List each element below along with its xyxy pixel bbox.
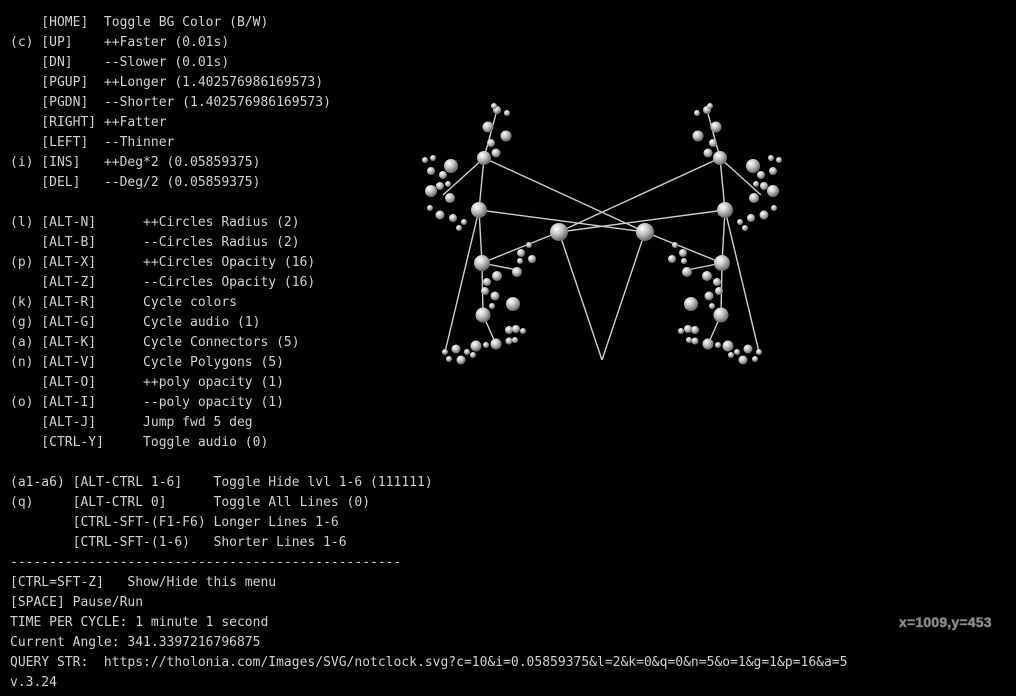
menu-line: [HOME] Toggle BG Color (B/W) — [10, 15, 269, 30]
menu-line: [ALT-B] --Circles Radius (2) — [10, 235, 300, 250]
menu-line: [SPACE] Pause/Run — [10, 595, 144, 610]
menu-line: [PGUP] ++Longer (1.402576986169573) — [10, 75, 324, 90]
menu-line: (i) [INS] ++Deg*2 (0.05859375) — [10, 155, 261, 170]
menu-line: [RIGHT] ++Fatter — [10, 115, 167, 130]
menu-line: (p) [ALT-X] ++Circles Opacity (16) — [10, 255, 316, 270]
menu-line: ----------------------------------------… — [10, 555, 402, 570]
menu-line — [10, 193, 847, 213]
menu-line: [ALT-Z] --Circles Opacity (16) — [10, 275, 316, 290]
menu-line: (n) [ALT-V] Cycle Polygons (5) — [10, 355, 284, 370]
menu-line: [CTRL-SFT-(F1-F6) Longer Lines 1-6 — [10, 515, 339, 530]
menu-line: [DEL] --Deg/2 (0.05859375) — [10, 175, 261, 190]
menu-line: [PGDN] --Shorter (1.402576986169573) — [10, 95, 331, 110]
menu-line: [CTRL-Y] Toggle audio (0) — [10, 435, 269, 450]
menu-line: (o) [ALT-I] --poly opacity (1) — [10, 395, 284, 410]
keyboard-shortcut-menu: [HOME] Toggle BG Color (B/W) (c) [UP] ++F… — [10, 13, 847, 693]
mouse-coordinates-readout: x=1009,y=453 — [899, 614, 992, 630]
menu-line: (c) [UP] ++Faster (0.01s) — [10, 35, 230, 50]
menu-line: (q) [ALT-CTRL 0] Toggle All Lines (0) — [10, 495, 371, 510]
menu-line: (k) [ALT-R] Cycle colors — [10, 295, 237, 310]
menu-line: [ALT-J] Jump fwd 5 deg — [10, 415, 253, 430]
menu-line: [LEFT] --Thinner — [10, 135, 175, 150]
menu-line: (a) [ALT-K] Cycle Connectors (5) — [10, 335, 300, 350]
menu-line: QUERY STR: https://tholonia.com/Images/S… — [10, 655, 848, 670]
menu-line: v.3.24 — [10, 675, 57, 690]
menu-line: [CTRL=SFT-Z] Show/Hide this menu — [10, 575, 277, 590]
menu-line: [ALT-O] ++poly opacity (1) — [10, 375, 284, 390]
menu-line: Current Angle: 341.3397216796875 — [10, 635, 261, 650]
menu-line: (g) [ALT-G] Cycle audio (1) — [10, 315, 261, 330]
menu-line: (a1-a6) [ALT-CTRL 1-6] Toggle Hide lvl 1… — [10, 475, 433, 490]
menu-line: TIME PER CYCLE: 1 minute 1 second — [10, 615, 269, 630]
menu-line: [DN] --Slower (0.01s) — [10, 55, 230, 70]
menu-line — [10, 453, 847, 473]
menu-line: [CTRL-SFT-(1-6) Shorter Lines 1-6 — [10, 535, 347, 550]
menu-line: (l) [ALT-N] ++Circles Radius (2) — [10, 215, 300, 230]
